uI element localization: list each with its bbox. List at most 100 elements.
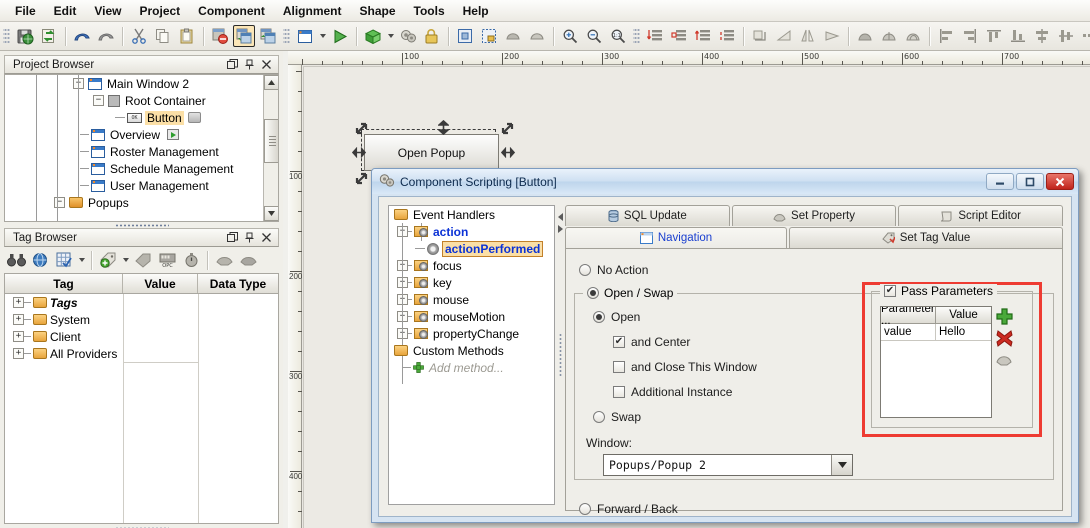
tab-sql-update[interactable]: SQL Update	[565, 205, 730, 226]
maximize-icon[interactable]	[1016, 173, 1044, 190]
project-browser-tree[interactable]: − Main Window 2 − Root Container OK Butt…	[4, 74, 279, 222]
zoom-out-icon[interactable]	[583, 25, 605, 47]
new-tag-dropdown[interactable]	[120, 249, 131, 271]
import-icon[interactable]	[213, 249, 235, 271]
tab-script-editor[interactable]: Script Editor	[898, 205, 1064, 226]
rotate-icon[interactable]	[749, 25, 771, 47]
toolbar-grip[interactable]	[283, 27, 290, 45]
menu-project[interactable]: Project	[130, 2, 189, 20]
save-icon[interactable]	[14, 25, 36, 47]
menu-edit[interactable]: Edit	[45, 2, 86, 20]
tree-item-event-handlers[interactable]: Event Handlers	[389, 206, 554, 223]
add-parameter-icon[interactable]	[996, 308, 1013, 328]
align-center-h-icon[interactable]	[1031, 25, 1053, 47]
align-top-icon[interactable]	[983, 25, 1005, 47]
refresh-icon[interactable]	[38, 25, 60, 47]
float-icon[interactable]	[225, 57, 240, 72]
column-header-value[interactable]: Value	[936, 307, 991, 323]
opc-icon[interactable]: OPC	[156, 249, 178, 271]
new-window-dropdown[interactable]	[317, 25, 328, 47]
resize-handle-n[interactable]	[436, 119, 450, 135]
align-center-v-icon[interactable]	[1055, 25, 1077, 47]
copy-window-icon[interactable]	[233, 25, 255, 47]
project-browser-scrollbar[interactable]	[263, 75, 278, 221]
chevron-down-icon[interactable]	[831, 455, 852, 475]
timer-icon[interactable]	[180, 249, 202, 271]
tree-item-custom-methods[interactable]: Custom Methods	[389, 342, 554, 359]
scrollbar-thumb[interactable]	[264, 119, 278, 163]
tree-item-button[interactable]: OK Button	[5, 109, 278, 126]
tree-item-property-change[interactable]: + propertyChange	[389, 325, 554, 342]
tree-item-schedule-management[interactable]: Schedule Management	[5, 160, 278, 177]
scroll-up-button[interactable]	[264, 75, 278, 90]
new-tag-icon[interactable]	[97, 249, 119, 271]
resize-handle-nw[interactable]	[354, 121, 368, 135]
close-icon[interactable]	[259, 230, 274, 245]
resize-handle-e[interactable]	[501, 145, 515, 159]
tag-grid-icon[interactable]	[53, 249, 75, 271]
tree-item-roster-management[interactable]: Roster Management	[5, 143, 278, 160]
tree-item-overview[interactable]: Overview	[5, 126, 278, 143]
paste-icon[interactable]	[176, 25, 198, 47]
cut-icon[interactable]	[128, 25, 150, 47]
table-row[interactable]: + System	[5, 311, 278, 328]
table-row[interactable]: + Tags	[5, 294, 278, 311]
menu-component[interactable]: Component	[189, 2, 274, 20]
paste-window-icon[interactable]	[257, 25, 279, 47]
expander-icon[interactable]: +	[13, 314, 24, 325]
tab-set-tag-value[interactable]: Set Tag Value	[789, 227, 1063, 248]
column-header-value[interactable]: Value	[123, 274, 198, 293]
tree-item-main-window-2[interactable]: − Main Window 2	[5, 75, 278, 92]
dialog-titlebar[interactable]: Component Scripting [Button]	[372, 169, 1078, 194]
order-left-icon[interactable]	[668, 25, 690, 47]
expander-icon[interactable]: +	[13, 331, 24, 342]
align-left-icon[interactable]	[935, 25, 957, 47]
expander-icon[interactable]: −	[54, 197, 65, 208]
zoom-in-icon[interactable]	[559, 25, 581, 47]
intersect-icon[interactable]	[878, 25, 900, 47]
close-icon[interactable]	[259, 57, 274, 72]
flip-v-icon[interactable]	[821, 25, 843, 47]
open-popup-button[interactable]: Open Popup	[364, 134, 499, 171]
copy-icon[interactable]	[152, 25, 174, 47]
align-right-icon[interactable]	[959, 25, 981, 47]
table-row[interactable]: + Client	[5, 328, 278, 345]
tree-item-action-performed[interactable]: actionPerformed	[389, 240, 554, 257]
minimize-icon[interactable]	[986, 173, 1014, 190]
additional-instance-checkbox[interactable]: Additional Instance	[613, 385, 732, 399]
publish-dropdown[interactable]	[385, 25, 396, 47]
align-bottom-icon[interactable]	[1007, 25, 1029, 47]
flip-h-icon[interactable]	[797, 25, 819, 47]
shape-b-icon[interactable]	[526, 25, 548, 47]
order-front-icon[interactable]	[644, 25, 666, 47]
preview-icon[interactable]	[329, 25, 351, 47]
new-window-icon[interactable]	[294, 25, 316, 47]
tag-browser-table[interactable]: Tag Value Data Type + Tags + System + Cl…	[4, 273, 279, 524]
binoculars-icon[interactable]	[5, 249, 27, 271]
resize-handle-sw[interactable]	[354, 171, 368, 185]
pin-icon[interactable]	[242, 57, 257, 72]
select-all-icon[interactable]	[454, 25, 476, 47]
tab-set-property[interactable]: Set Property	[731, 205, 897, 226]
menu-help[interactable]: Help	[454, 2, 498, 20]
no-action-radio[interactable]: No Action	[579, 263, 648, 277]
dialog-splitter[interactable]	[557, 205, 565, 505]
redo-icon[interactable]	[95, 25, 117, 47]
float-icon[interactable]	[225, 230, 240, 245]
security-icon[interactable]	[421, 25, 443, 47]
order-right-icon[interactable]	[692, 25, 714, 47]
toolbar-grip[interactable]	[633, 27, 640, 45]
column-header-data-type[interactable]: Data Type	[198, 274, 278, 293]
forward-back-radio[interactable]: Forward / Back	[579, 502, 678, 516]
edit-parameter-icon[interactable]	[996, 352, 1013, 370]
toolbar-grip[interactable]	[3, 27, 10, 45]
tree-item-user-management[interactable]: User Management	[5, 177, 278, 194]
zoom-reset-icon[interactable]: 1:1	[607, 25, 629, 47]
menu-tools[interactable]: Tools	[405, 2, 454, 20]
close-icon[interactable]	[1046, 173, 1074, 190]
tab-navigation[interactable]: Navigation	[565, 227, 787, 248]
menu-view[interactable]: View	[85, 2, 130, 20]
pin-icon[interactable]	[242, 230, 257, 245]
tag-browse-icon[interactable]	[29, 249, 51, 271]
scroll-down-button[interactable]	[264, 206, 278, 221]
